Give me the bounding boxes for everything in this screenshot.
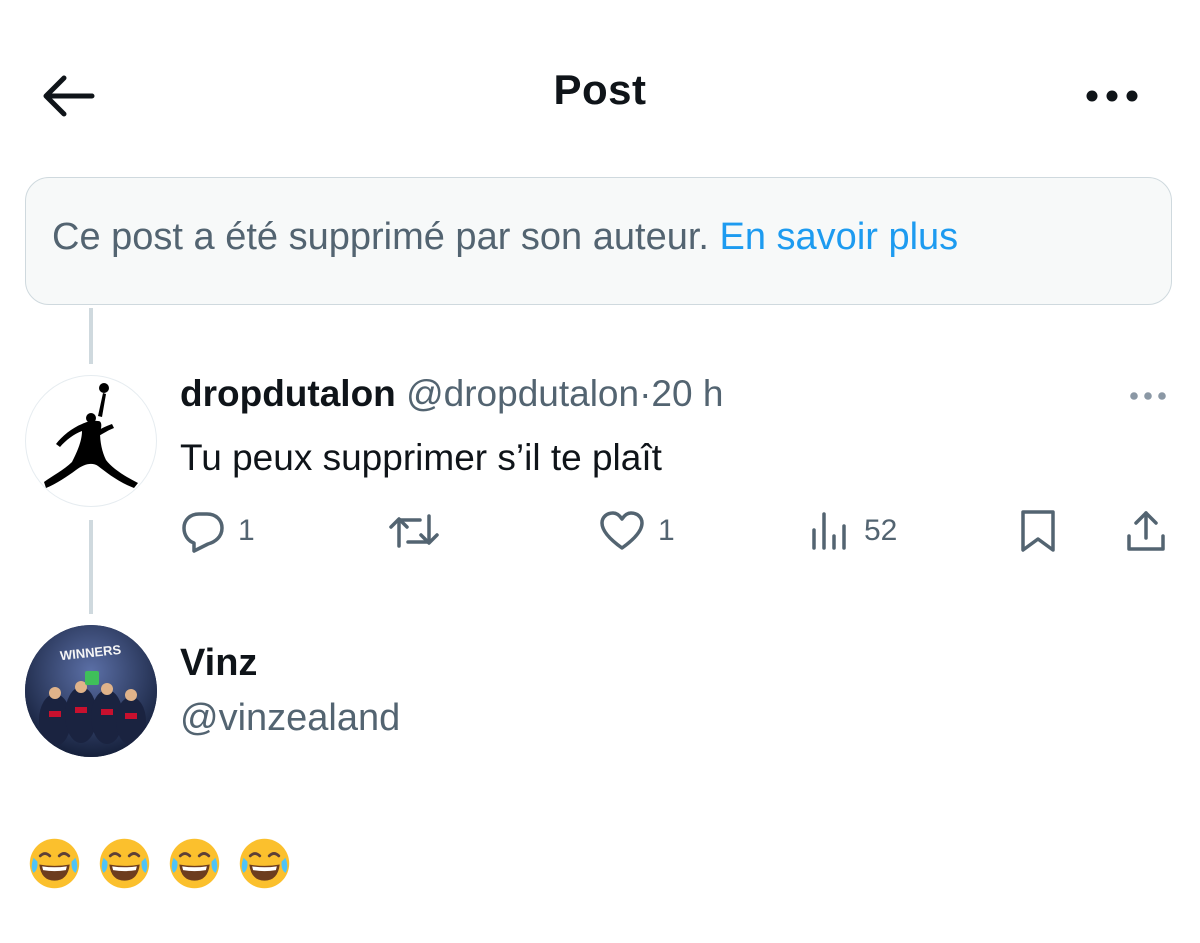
post-text: 😂😂😂😂	[26, 835, 293, 892]
views-action-button[interactable]: 52	[808, 505, 897, 557]
more-dots-icon	[1130, 392, 1166, 400]
tears-of-joy-emoji-icon	[239, 838, 290, 889]
repost-icon	[389, 514, 439, 548]
jumpman-logo-icon	[44, 383, 138, 488]
reply-action-button[interactable]: 1	[180, 505, 255, 557]
author-handle[interactable]: @dropdutalon	[406, 373, 639, 414]
views-chart-icon	[812, 512, 846, 550]
thread-connector	[89, 520, 93, 614]
repost-action-button[interactable]	[388, 505, 452, 557]
reply-author-row: dropdutalon @dropdutalon·20 h	[180, 373, 723, 415]
bookmark-icon	[1021, 510, 1055, 552]
tears-of-joy-emoji-icon	[169, 838, 220, 889]
page-title: Post	[553, 66, 647, 113]
share-icon	[1127, 511, 1165, 551]
heart-icon	[600, 511, 644, 550]
tears-of-joy-emoji-icon	[99, 838, 150, 889]
team-photo-avatar: WINNERS	[25, 625, 157, 757]
avatar[interactable]	[25, 375, 157, 507]
share-button[interactable]	[1124, 505, 1168, 557]
more-options-button[interactable]	[1080, 78, 1144, 114]
bookmark-button[interactable]	[1018, 505, 1058, 557]
deleted-post-notice: Ce post a été supprimé par son auteur. E…	[25, 177, 1172, 305]
more-dots-icon	[1086, 90, 1138, 102]
author-display-name[interactable]: Vinz	[180, 642, 257, 685]
author-display-name[interactable]: dropdutalon	[180, 373, 396, 414]
author-handle[interactable]: @vinzealand	[180, 697, 400, 740]
reply-count: 1	[238, 514, 255, 547]
views-count: 52	[864, 514, 898, 547]
post-time[interactable]: 20 h	[651, 373, 723, 414]
like-count: 1	[658, 514, 675, 547]
reply-more-button[interactable]	[1124, 384, 1172, 408]
avatar[interactable]: WINNERS	[25, 625, 157, 757]
reply-text: Tu peux supprimer s’il te plaît	[180, 437, 662, 478]
tears-of-joy-emoji-icon	[29, 838, 80, 889]
separator-dot: ·	[639, 373, 652, 414]
learn-more-link[interactable]: En savoir plus	[720, 216, 959, 258]
deleted-notice-text: Ce post a été supprimé par son auteur.	[52, 216, 709, 258]
thread-connector	[89, 308, 93, 364]
comment-icon	[182, 512, 224, 553]
like-action-button[interactable]: 1	[598, 505, 675, 557]
